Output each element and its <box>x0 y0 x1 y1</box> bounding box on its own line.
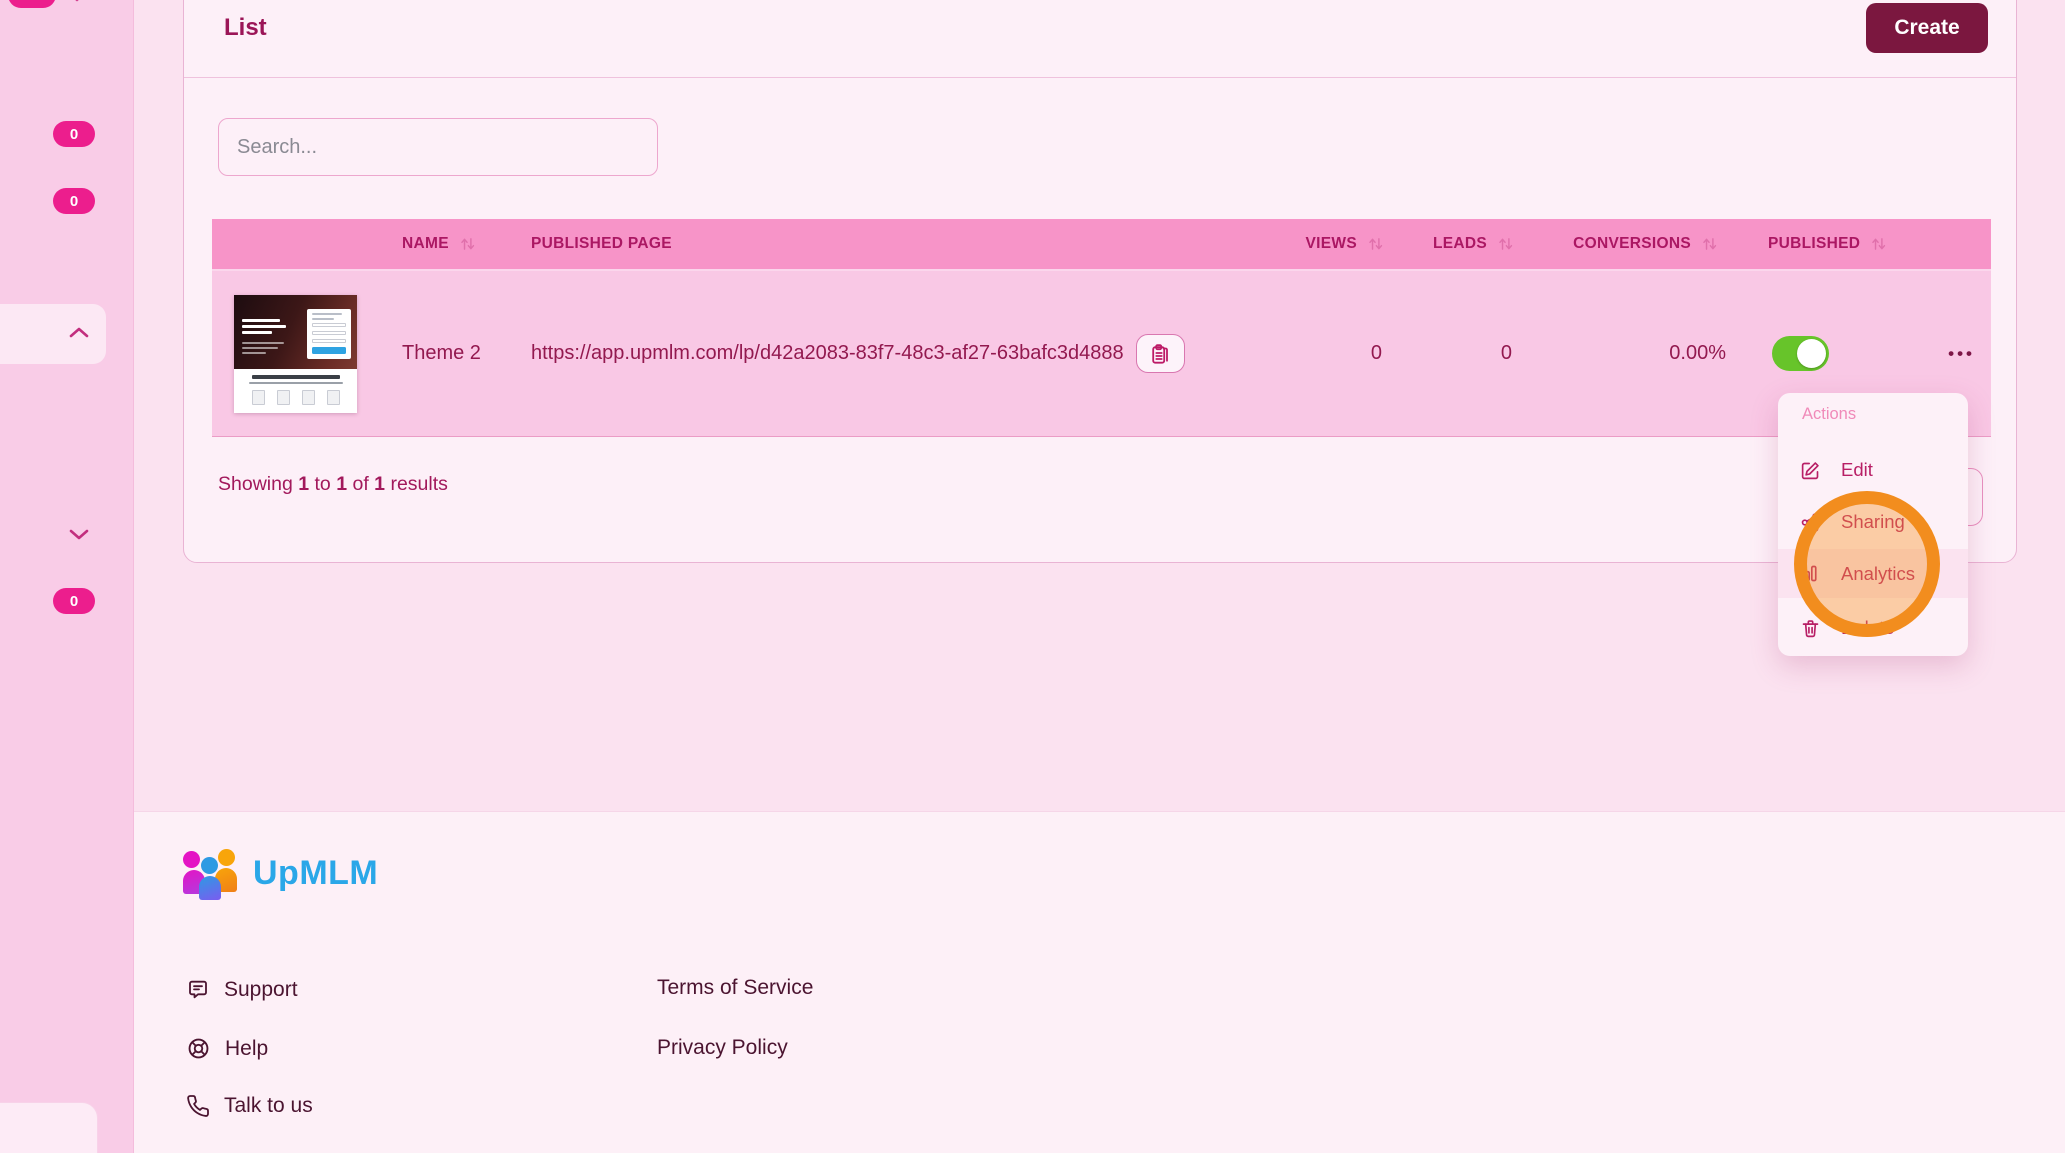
row-published-page: https://app.upmlm.com/lp/d42a2083-83f7-4… <box>522 334 1264 373</box>
sidebar-bottom-panel <box>0 1102 98 1153</box>
app-screen: 30 0 0 0 List Create NAME <box>0 0 2065 1153</box>
published-toggle[interactable] <box>1772 336 1829 371</box>
logo-text: UpMLM <box>253 854 378 893</box>
sidebar-count-badge: 0 <box>53 188 95 214</box>
menu-item-delete[interactable]: Delete <box>1778 605 1968 651</box>
row-leads: 0 <box>1398 342 1528 365</box>
footer-link-help[interactable]: Help <box>186 1036 268 1061</box>
landing-page-thumbnail[interactable] <box>234 295 357 413</box>
lifebuoy-icon <box>186 1036 211 1061</box>
row-actions-menu-button[interactable]: ••• <box>1948 344 1975 364</box>
pages-table: NAME PUBLISHED PAGE VIEWS LEADS <box>212 219 1991 437</box>
sidebar-badge-top: 30 <box>8 0 56 8</box>
published-url[interactable]: https://app.upmlm.com/lp/d42a2083-83f7-4… <box>531 342 1124 365</box>
chat-bubble-icon <box>186 978 210 1002</box>
search-input[interactable] <box>218 118 658 176</box>
footer-link-support[interactable]: Support <box>186 978 298 1002</box>
row-published-cell <box>1738 336 1878 371</box>
page-title: List <box>224 14 267 42</box>
actions-dropdown: Actions Edit Sharing <box>1778 393 1968 656</box>
column-header-name[interactable]: NAME <box>382 235 522 253</box>
row-actions-cell: ••• <box>1878 344 1991 364</box>
table-header-row: NAME PUBLISHED PAGE VIEWS LEADS <box>212 219 1991 271</box>
row-conversions: 0.00% <box>1528 342 1738 365</box>
footer-link-terms[interactable]: Terms of Service <box>657 976 813 1000</box>
actions-dropdown-title: Actions <box>1802 405 1856 424</box>
row-views: 0 <box>1264 342 1398 365</box>
edit-icon <box>1800 460 1821 481</box>
clipboard-icon <box>1148 342 1172 366</box>
list-card: List Create NAME PUBLISHED PAGE VIEWS <box>183 0 2017 563</box>
footer-link-talk-to-us[interactable]: Talk to us <box>186 1094 313 1118</box>
chevron-down-icon[interactable] <box>66 0 88 13</box>
thumbnail-cell <box>212 295 382 413</box>
sidebar: 30 0 0 0 <box>0 0 134 1153</box>
column-header-views[interactable]: VIEWS <box>1264 235 1398 253</box>
phone-icon <box>186 1094 210 1118</box>
sidebar-count-badge: 0 <box>53 588 95 614</box>
column-header-conversions[interactable]: CONVERSIONS <box>1528 235 1738 253</box>
thumbnail-form <box>307 309 351 359</box>
toggle-knob <box>1797 339 1826 368</box>
analytics-icon <box>1800 563 1821 584</box>
sidebar-count-badge: 0 <box>53 121 95 147</box>
column-header-published-page[interactable]: PUBLISHED PAGE <box>522 235 1264 253</box>
upmlm-logo-icon <box>183 847 239 899</box>
menu-item-sharing[interactable]: Sharing <box>1778 499 1968 545</box>
sort-icon <box>1497 235 1514 253</box>
column-header-leads[interactable]: LEADS <box>1398 235 1528 253</box>
sort-icon <box>1870 235 1887 253</box>
row-name: Theme 2 <box>382 342 522 365</box>
sort-icon <box>1367 235 1384 253</box>
create-button[interactable]: Create <box>1866 3 1988 53</box>
table-row: Theme 2 https://app.upmlm.com/lp/d42a208… <box>212 271 1991 437</box>
column-header-published[interactable]: PUBLISHED <box>1738 235 1878 253</box>
thumbnail-hero <box>234 295 357 369</box>
menu-item-edit[interactable]: Edit <box>1778 447 1968 493</box>
copy-url-button[interactable] <box>1136 334 1185 373</box>
chevron-up-icon[interactable] <box>66 323 92 348</box>
sort-icon <box>1701 235 1718 253</box>
trash-icon <box>1800 618 1821 639</box>
footer: UpMLM Support Help <box>134 811 2065 1153</box>
logo: UpMLM <box>183 847 378 899</box>
footer-link-privacy[interactable]: Privacy Policy <box>657 1036 788 1060</box>
share-icon <box>1800 512 1821 533</box>
thumbnail-body <box>234 375 357 413</box>
menu-item-analytics[interactable]: Analytics <box>1778 549 1968 598</box>
chevron-down-icon[interactable] <box>66 524 92 549</box>
card-header-divider <box>184 77 2016 78</box>
sort-icon <box>459 235 476 253</box>
results-summary: Showing 1 to 1 of 1 results <box>218 473 448 496</box>
